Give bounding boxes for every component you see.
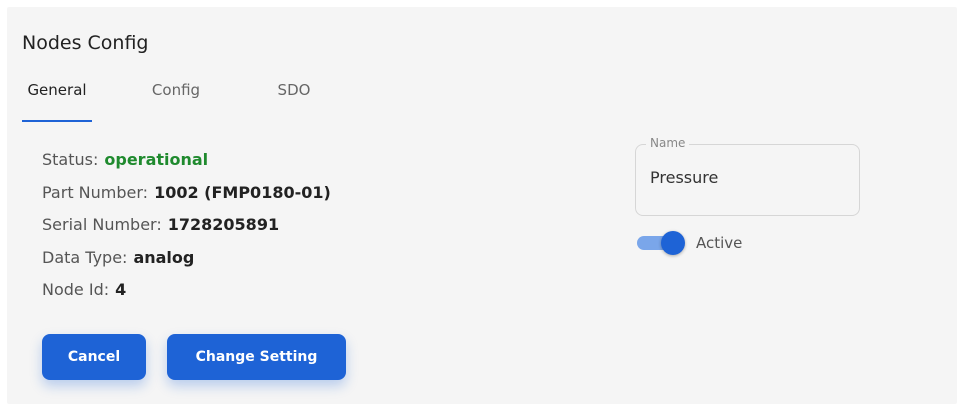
status-label: Status: bbox=[42, 150, 99, 169]
name-input[interactable] bbox=[650, 168, 846, 187]
tab-config[interactable]: Config bbox=[141, 71, 211, 122]
active-toggle-label: Active bbox=[696, 234, 743, 252]
status-value: operational bbox=[104, 150, 209, 169]
tab-sdo[interactable]: SDO bbox=[259, 71, 329, 122]
data-type-label: Data Type: bbox=[42, 247, 128, 267]
name-field[interactable]: Name bbox=[635, 136, 860, 216]
data-type-row: Data Type: analog bbox=[42, 242, 331, 275]
change-setting-button[interactable]: Change Setting bbox=[167, 334, 346, 380]
data-type-value: analog bbox=[133, 247, 195, 267]
tab-general[interactable]: General bbox=[22, 71, 92, 122]
node-id-label: Node Id: bbox=[42, 280, 110, 300]
node-info: Status: operational Part Number: 1002 (FMP… bbox=[42, 144, 331, 307]
status-row: Status: operational bbox=[42, 144, 331, 177]
active-tab-indicator bbox=[22, 120, 92, 122]
serial-number-label: Serial Number: bbox=[42, 215, 162, 235]
part-number-row: Part Number: 1002 (FMP0180-01) bbox=[42, 177, 331, 210]
active-toggle[interactable] bbox=[637, 231, 687, 255]
node-id-row: Node Id: 4 bbox=[42, 274, 331, 307]
page-title: Nodes Config bbox=[22, 32, 149, 54]
serial-number-row: Serial Number: 1728205891 bbox=[42, 209, 331, 242]
toggle-thumb bbox=[661, 231, 685, 255]
cancel-button[interactable]: Cancel bbox=[42, 334, 146, 380]
node-id-value: 4 bbox=[115, 280, 127, 300]
nodes-config-panel: Nodes Config General Config SDO Status: o… bbox=[7, 7, 957, 404]
name-field-label: Name bbox=[646, 136, 690, 150]
part-number-value: 1002 (FMP0180-01) bbox=[154, 182, 331, 202]
serial-number-value: 1728205891 bbox=[167, 215, 280, 235]
part-number-label: Part Number: bbox=[42, 182, 149, 202]
